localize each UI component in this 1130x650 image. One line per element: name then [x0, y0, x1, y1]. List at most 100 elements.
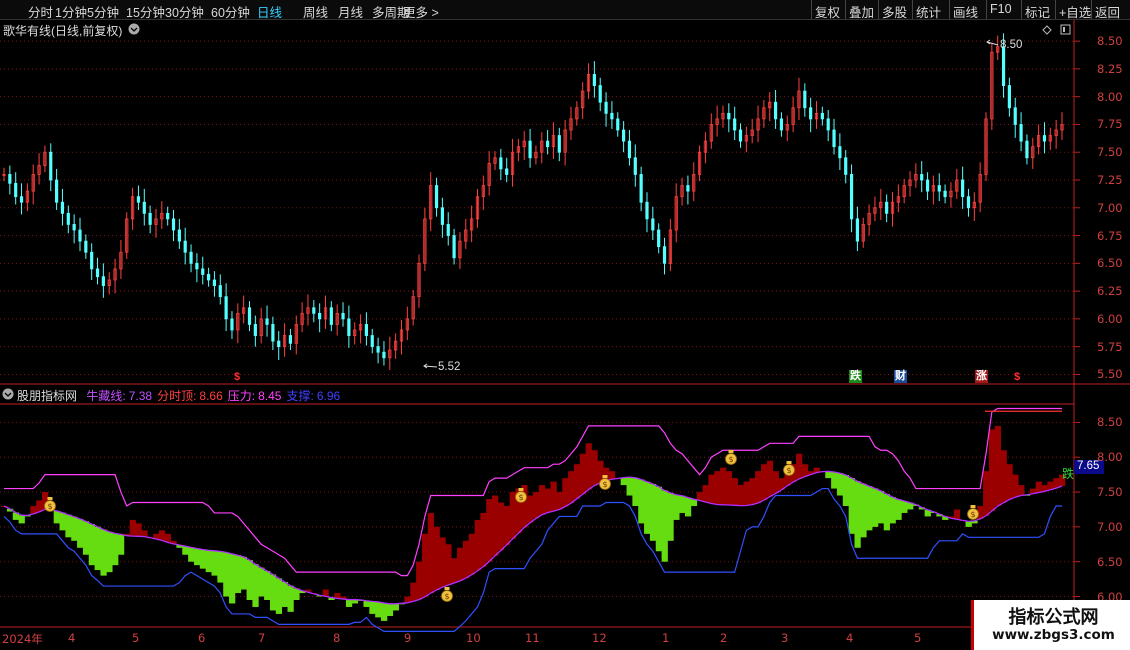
money-bag-icon: $ — [783, 461, 795, 476]
indicator-field-label: 压力: — [227, 389, 256, 403]
indicator-fill-bar — [836, 473, 844, 496]
rise-marker: 涨 — [975, 370, 988, 383]
fall-marker: 跌 — [849, 370, 862, 383]
indicator-fill-bar — [988, 429, 996, 511]
indicator-fill-bar — [129, 519, 136, 537]
indicator-fill-bar — [901, 501, 908, 513]
date-tick-label: 2 — [720, 631, 728, 645]
indicator-field-label: 分时顶: — [157, 389, 197, 403]
date-tick-label: 4 — [846, 631, 854, 645]
indicator-fill-bar — [1006, 464, 1013, 500]
candle-body — [546, 140, 550, 148]
indicator-fill-bar — [573, 464, 581, 499]
candle-body — [364, 324, 369, 336]
candle-body — [55, 179, 59, 203]
money-bag-icon: $ — [441, 587, 453, 602]
candle-body — [925, 179, 930, 192]
indicator-fill-bar — [702, 485, 709, 503]
indicator-fill-bar — [112, 533, 119, 566]
indicator-fill-bar — [71, 516, 78, 541]
indicator-fill-bar — [725, 471, 733, 505]
candlestick-series — [2, 33, 1064, 370]
window-restore-icon[interactable] — [1060, 24, 1071, 35]
indicator-field-value: 8.45 — [258, 389, 282, 403]
candle-body — [961, 179, 965, 198]
indicator-fill-bar — [860, 483, 867, 538]
candle-body — [639, 174, 643, 203]
candle-body — [505, 168, 509, 175]
indicator-fill-bar — [345, 599, 353, 607]
date-tick-label: 3 — [781, 631, 789, 645]
date-tick-label: 2024年 — [2, 632, 43, 646]
indicator-fill-bar — [889, 497, 896, 524]
candle-body — [943, 190, 947, 198]
indicator-dropdown-icon[interactable] — [2, 388, 14, 400]
candle-body — [101, 276, 105, 286]
candle-body — [434, 185, 439, 209]
indicator-fill-bar — [772, 471, 779, 494]
indicator-fill-bar — [293, 588, 300, 600]
price-tick-label: 6.75 — [1097, 228, 1123, 243]
indicator-fill-bar — [457, 547, 464, 581]
candle-body — [14, 182, 18, 198]
indicator-fill-bar — [182, 546, 189, 555]
indicator-fill-bar — [252, 564, 259, 607]
indicator-fill-bar — [18, 515, 25, 524]
indicator-fill-bar — [667, 492, 674, 541]
indicator-fill-bar — [760, 464, 768, 501]
date-tick-label: 6 — [198, 631, 206, 645]
indicator-fill-bar — [421, 533, 429, 597]
indicator-fill-bar — [620, 477, 627, 486]
indicator-fill-bar — [1000, 450, 1007, 503]
stock-chart[interactable]: $ $ $ $ $ $ $ — [0, 0, 1130, 650]
candle-body — [610, 112, 614, 120]
indicator-fill-bar — [369, 601, 376, 614]
indicator-fill-bar — [158, 530, 166, 541]
main-chart-title: 歌华有线(日线,前复权) — [3, 24, 123, 38]
indicator-fill-bar — [825, 471, 832, 479]
dollar-marker-2: $ — [1014, 371, 1021, 383]
candle-body — [645, 201, 649, 220]
indicator-fill-series — [1, 425, 1066, 621]
candle-body — [230, 318, 234, 331]
candle-body — [627, 140, 632, 159]
indicator-field-value: 6.96 — [316, 389, 341, 403]
candle-body — [277, 340, 281, 348]
indicator-fill-bar — [737, 485, 744, 506]
indicator-fill-bar — [497, 502, 505, 551]
candle-body — [855, 218, 860, 242]
date-tick-label: 1 — [662, 631, 670, 645]
indicator-header: 股朋指标网 牛藏线: 7.38 分时顶: 8.66 压力: 8.45 支撑: 6.96 — [17, 387, 345, 404]
candle-body — [347, 318, 351, 336]
date-tick-label: 12 — [592, 631, 607, 645]
candle-body — [622, 129, 626, 142]
indicator-signal-label: 跌 — [1062, 467, 1075, 481]
main-chart-dropdown-icon[interactable] — [128, 23, 140, 35]
indicator-fill-bar — [451, 558, 458, 584]
indicator-fill-bar — [655, 486, 662, 552]
indicator-field-value: 8.66 — [199, 389, 223, 403]
indicator-tick-label: 6.50 — [1097, 554, 1123, 569]
date-tick-label: 5 — [914, 631, 922, 645]
diamond-icon[interactable] — [1042, 25, 1052, 35]
indicator-fill-bar — [427, 512, 435, 594]
candle-body — [820, 112, 824, 120]
price-tick-label: 8.25 — [1097, 61, 1123, 76]
indicator-fill-bar — [714, 471, 721, 505]
candle-body — [177, 229, 181, 242]
candle-body — [1019, 124, 1023, 142]
indicator-fill-bar — [983, 471, 990, 516]
indicator-fill-bar — [486, 499, 493, 562]
candle-body — [604, 101, 608, 114]
candle-body — [557, 135, 561, 153]
candle-body — [838, 146, 842, 159]
price-tick-label: 6.25 — [1097, 284, 1123, 299]
indicator-fill-bar — [240, 556, 247, 590]
indicator-fill-bar — [381, 603, 388, 621]
price-tick-label: 7.25 — [1097, 173, 1123, 187]
indicator-fill-bar — [673, 494, 680, 520]
indicator-fill-bar — [88, 524, 96, 566]
candle-body — [598, 85, 602, 103]
candle-body — [738, 129, 743, 142]
indicator-fill-bar — [77, 518, 84, 548]
